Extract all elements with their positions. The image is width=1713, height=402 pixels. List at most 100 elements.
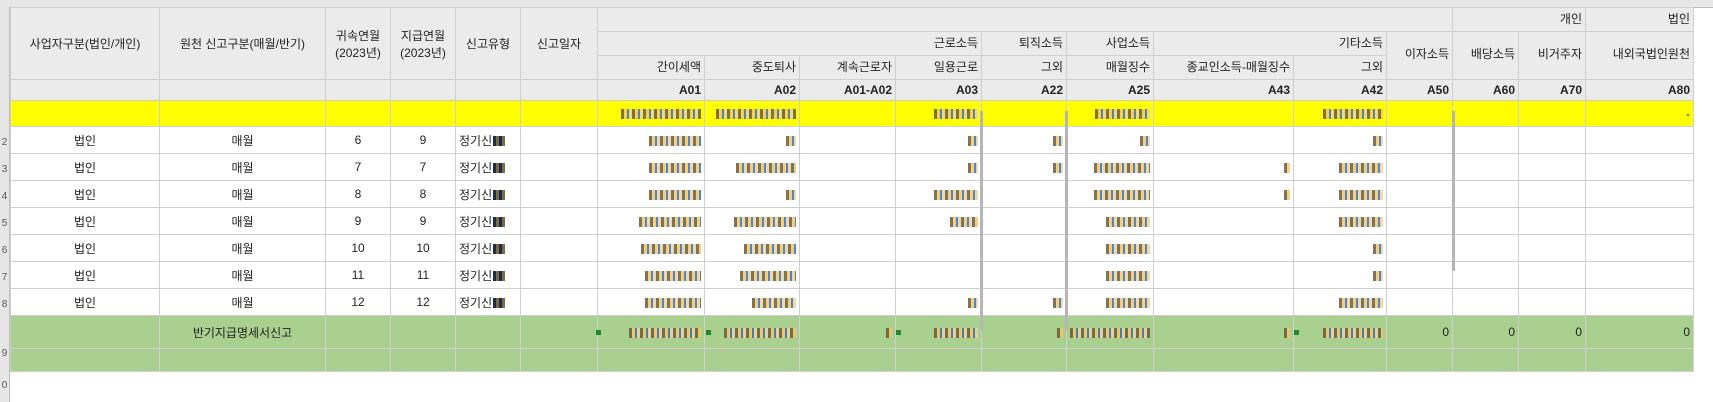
cell[interactable] [390, 315, 456, 349]
redacted-cell[interactable] [895, 100, 982, 127]
header-business-type[interactable]: 사업자구분(법인/개인) [10, 7, 160, 80]
cell-a80[interactable] [1585, 153, 1694, 181]
redacted-cell[interactable] [1293, 100, 1387, 127]
cell-a80-yellow[interactable]: - [1585, 100, 1694, 127]
cell-a01[interactable] [597, 234, 705, 262]
cell-a50[interactable] [1386, 207, 1453, 235]
cell-type[interactable]: 법인 [10, 207, 160, 235]
cell-a25[interactable] [1066, 261, 1154, 289]
header-report-kind[interactable]: 신고유형 [455, 7, 521, 80]
cell[interactable] [1066, 348, 1154, 372]
cell[interactable] [1153, 100, 1294, 127]
cell-belong[interactable]: 7 [325, 153, 391, 181]
header-report-period[interactable]: 원천 신고구분(매월/반기) [159, 7, 326, 80]
cell-date[interactable] [520, 207, 598, 235]
cell-a01[interactable] [597, 207, 705, 235]
cell-a60[interactable] [1452, 153, 1519, 181]
total-a22[interactable] [981, 315, 1067, 349]
row-number[interactable]: 2 [0, 137, 9, 148]
cell-a01-a02[interactable] [799, 234, 896, 262]
cell-a02[interactable] [704, 288, 800, 316]
total-a01-a02[interactable] [799, 315, 896, 349]
cell-a01-a02[interactable] [799, 207, 896, 235]
cell-period[interactable]: 매월 [159, 180, 326, 208]
cell-a70[interactable] [1518, 180, 1586, 208]
cell-a01-a02[interactable] [799, 288, 896, 316]
cell-a43[interactable] [1153, 261, 1294, 289]
cell[interactable] [520, 315, 598, 349]
cell-a50[interactable] [1386, 180, 1453, 208]
cell[interactable] [704, 348, 800, 372]
cell-date[interactable] [520, 126, 598, 154]
cell-a22[interactable] [981, 288, 1067, 316]
code-blank[interactable] [455, 79, 521, 101]
total-a01[interactable] [597, 315, 705, 349]
cell[interactable] [455, 315, 521, 349]
cell-date[interactable] [520, 288, 598, 316]
cell-a80[interactable] [1585, 126, 1694, 154]
total-a70[interactable]: 0 [1518, 315, 1586, 349]
cell[interactable] [1386, 348, 1453, 372]
cell-kind[interactable]: 정기신 [455, 288, 521, 316]
cell[interactable] [10, 100, 160, 127]
row-number[interactable]: 7 [0, 272, 9, 283]
cell-a80[interactable] [1585, 234, 1694, 262]
cell-a42[interactable] [1293, 261, 1387, 289]
cell-a22[interactable] [981, 180, 1067, 208]
cell-kind[interactable]: 정기신 [455, 153, 521, 181]
cell-kind[interactable]: 정기신 [455, 207, 521, 235]
cell[interactable] [10, 348, 160, 372]
cell-a02[interactable] [704, 126, 800, 154]
cell-a42[interactable] [1293, 288, 1387, 316]
cell-a03[interactable] [895, 261, 982, 289]
header-group-retirement[interactable]: 퇴직소득 [981, 31, 1067, 56]
code-a43[interactable]: A43 [1153, 79, 1294, 101]
cell-belong[interactable]: 6 [325, 126, 391, 154]
cell-a80[interactable] [1585, 207, 1694, 235]
cell[interactable] [455, 348, 521, 372]
cell-a43[interactable] [1153, 180, 1294, 208]
cell-a03[interactable] [895, 126, 982, 154]
header-pay-month[interactable]: 지급연월 (2023년) [390, 7, 456, 80]
cell-a43[interactable] [1153, 153, 1294, 181]
header-oth-other[interactable]: 그외 [1293, 55, 1387, 80]
cell[interactable] [1153, 348, 1294, 372]
cell-a60[interactable] [1452, 180, 1519, 208]
cell-a01[interactable] [597, 288, 705, 316]
cell[interactable] [325, 348, 391, 372]
cell-kind[interactable]: 정기신 [455, 180, 521, 208]
cell-a02[interactable] [704, 153, 800, 181]
cell-a01-a02[interactable] [799, 180, 896, 208]
cell-a01-a02[interactable] [799, 261, 896, 289]
header-interest[interactable]: 이자소득 [1386, 31, 1453, 80]
cell-a70[interactable] [1518, 288, 1586, 316]
header-group-corporate[interactable]: 법인 [1585, 7, 1694, 32]
code-blank[interactable] [520, 79, 598, 101]
cell[interactable] [325, 100, 391, 127]
cell[interactable] [799, 348, 896, 372]
cell[interactable] [799, 100, 896, 127]
row-number-strip[interactable]: 2 3 4 5 6 7 8 9 0 [0, 7, 10, 402]
cell-a70[interactable] [1518, 207, 1586, 235]
cell[interactable] [895, 348, 982, 372]
cell-a43[interactable] [1153, 288, 1294, 316]
cell[interactable] [1518, 348, 1586, 372]
cell-a80[interactable] [1585, 288, 1694, 316]
cell[interactable] [981, 100, 1067, 127]
cell[interactable] [159, 100, 326, 127]
cell-belong[interactable]: 11 [325, 261, 391, 289]
cell-a60[interactable] [1452, 288, 1519, 316]
cell-a02[interactable] [704, 234, 800, 262]
cell-a01[interactable] [597, 261, 705, 289]
cell-a22[interactable] [981, 261, 1067, 289]
cell-kind[interactable]: 정기신 [455, 234, 521, 262]
cell[interactable] [520, 348, 598, 372]
total-a80[interactable]: 0 [1585, 315, 1694, 349]
cell-pay[interactable]: 9 [390, 207, 456, 235]
cell-a42[interactable] [1293, 153, 1387, 181]
cell-a43[interactable] [1153, 234, 1294, 262]
cell[interactable] [520, 100, 598, 127]
cell-a42[interactable] [1293, 180, 1387, 208]
cell-a03[interactable] [895, 153, 982, 181]
cell[interactable] [390, 100, 456, 127]
